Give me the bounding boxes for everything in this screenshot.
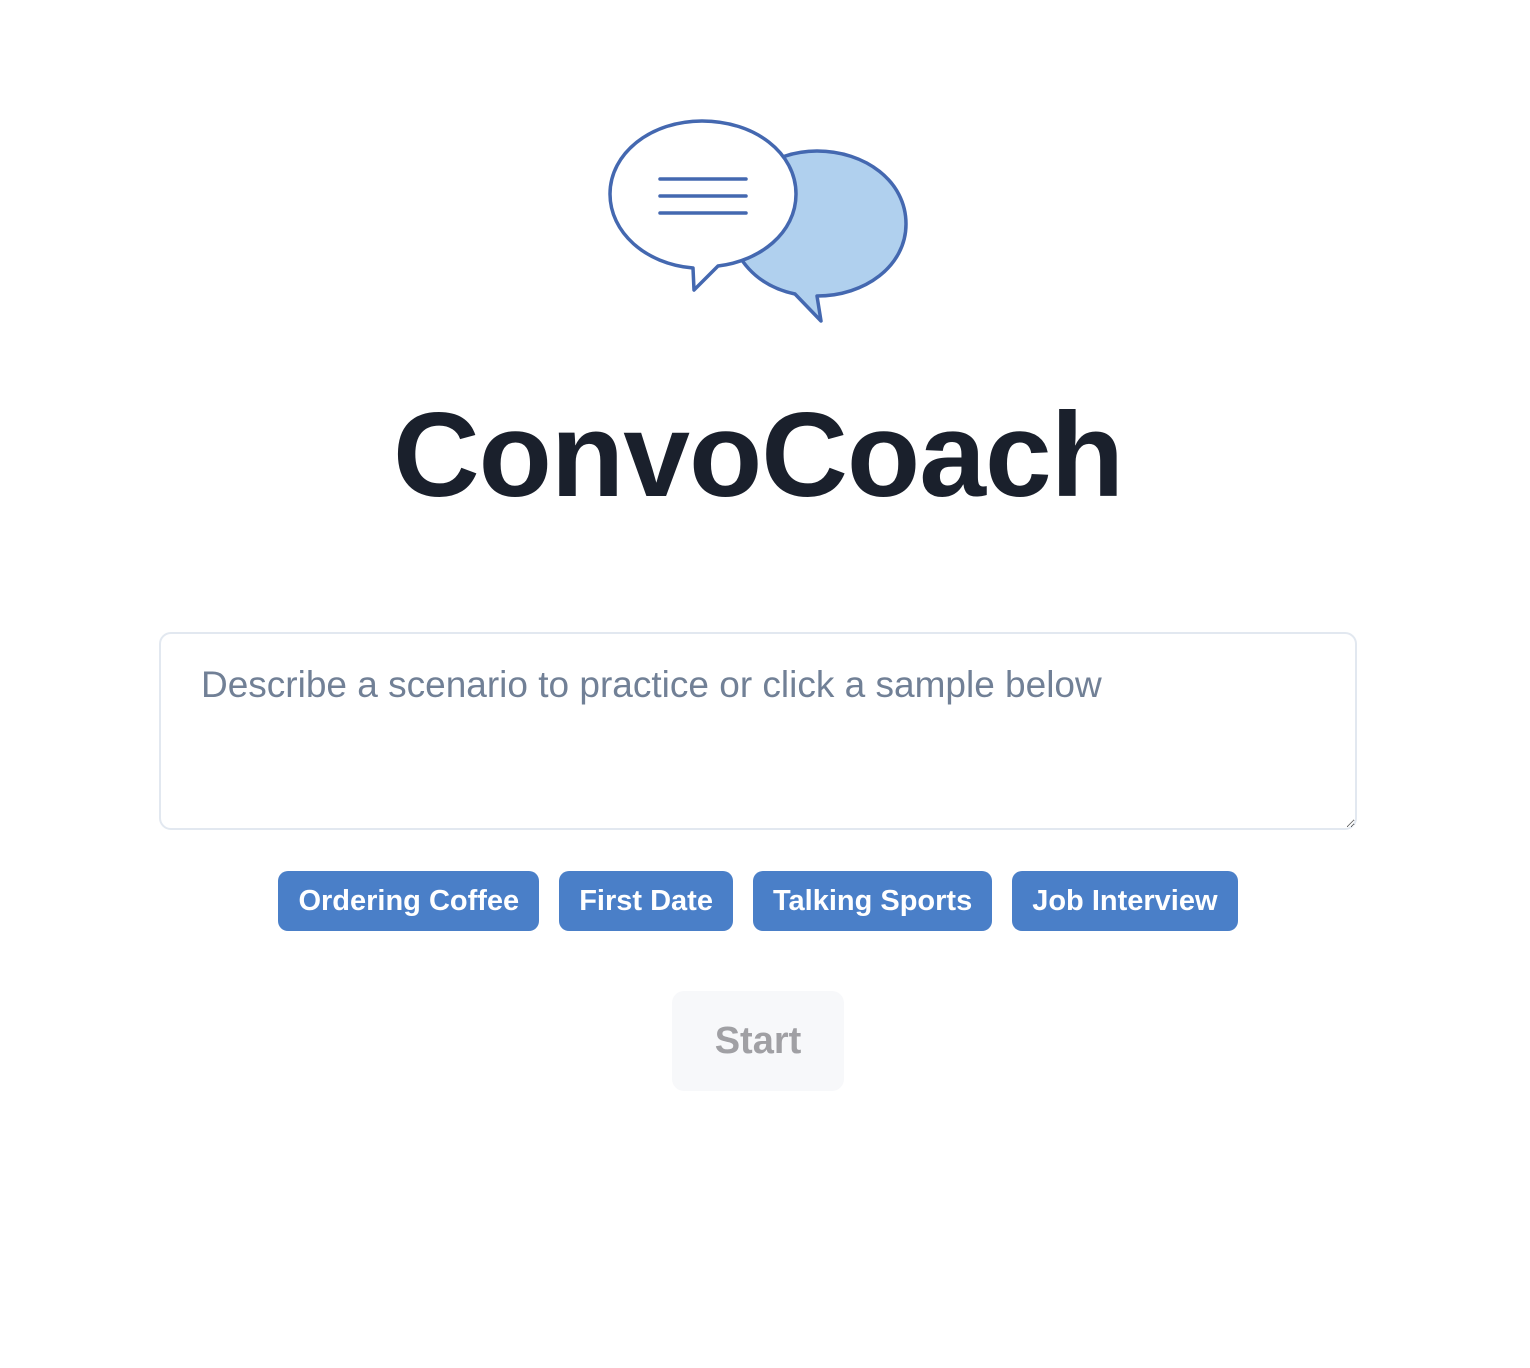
page-title: ConvoCoach xyxy=(392,388,1124,522)
home-page: ConvoCoach Ordering Coffee First Date Ta… xyxy=(0,0,1530,1368)
sample-scenarios: Ordering Coffee First Date Talking Sport… xyxy=(0,871,1516,931)
start-button[interactable]: Start xyxy=(672,991,844,1091)
sample-job-interview-button[interactable]: Job Interview xyxy=(1012,871,1238,931)
scenario-input[interactable] xyxy=(159,632,1357,830)
sample-talking-sports-button[interactable]: Talking Sports xyxy=(752,871,993,931)
chat-bubbles-icon xyxy=(608,119,908,323)
sample-first-date-button[interactable]: First Date xyxy=(559,871,733,931)
sample-ordering-coffee-button[interactable]: Ordering Coffee xyxy=(278,871,540,931)
